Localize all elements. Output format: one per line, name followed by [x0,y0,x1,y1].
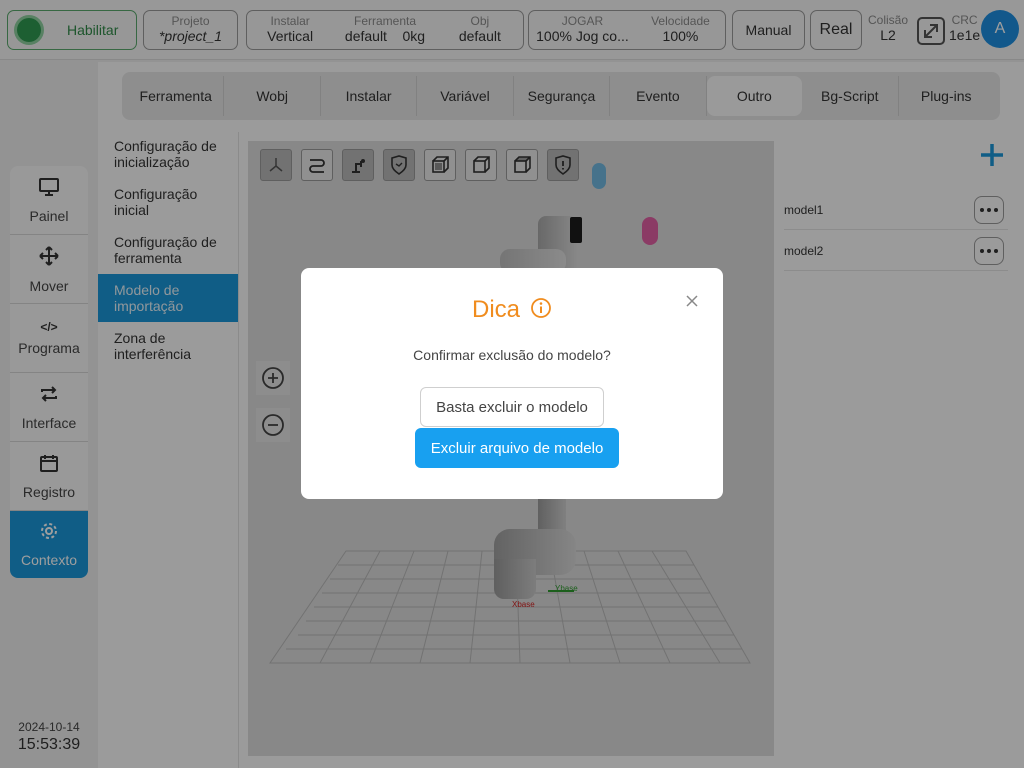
dialog-message: Confirmar exclusão do modelo? [413,347,611,363]
delete-model-file-button[interactable]: Excluir arquivo de modelo [415,428,619,468]
delete-model-only-button[interactable]: Basta excluir o modelo [420,387,604,427]
dialog-title: Dica [471,296,520,323]
info-icon [530,297,552,324]
close-icon[interactable] [681,290,703,312]
confirm-delete-dialog: Dica Confirmar exclusão do modelo? Basta… [301,268,723,499]
dialog-header: Dica [301,296,723,324]
